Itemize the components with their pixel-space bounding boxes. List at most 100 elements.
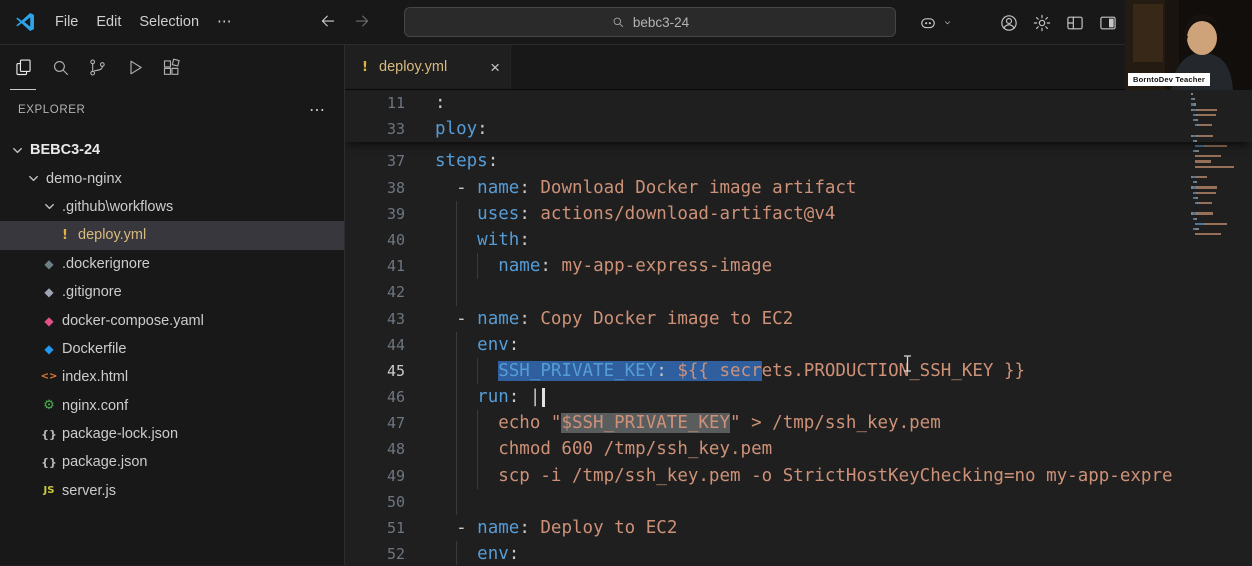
menu-bar: File Edit Selection ⋯ bbox=[46, 10, 241, 34]
tree-item-label: index.html bbox=[62, 369, 128, 385]
code-line-41[interactable]: 41 name: my-app-express-image bbox=[345, 253, 1252, 279]
tree-item-gitignore[interactable]: ◆.gitignore bbox=[0, 278, 344, 306]
code-line-38[interactable]: 38 - name: Download Docker image artifac… bbox=[345, 175, 1252, 201]
code-line-40[interactable]: 40 with: bbox=[345, 227, 1252, 253]
code-line-51[interactable]: 51 - name: Deploy to EC2 bbox=[345, 515, 1252, 541]
menu-more[interactable]: ⋯ bbox=[208, 10, 241, 34]
line-number: 43 bbox=[345, 306, 405, 332]
extensions-icon[interactable] bbox=[158, 45, 184, 90]
line-number: 52 bbox=[345, 541, 405, 565]
menu-edit[interactable]: Edit bbox=[87, 10, 130, 34]
file-tree: BEBC3-24 demo-nginx .github\workflows!depl… bbox=[0, 136, 344, 505]
line-number: 44 bbox=[345, 332, 405, 358]
code-lines: 37steps:38 - name: Download Docker image… bbox=[345, 142, 1252, 565]
line-number: 40 bbox=[345, 227, 405, 253]
chevron-down-icon[interactable] bbox=[942, 17, 953, 28]
line-number: 48 bbox=[345, 436, 405, 462]
command-center-search[interactable]: bebc3-24 bbox=[404, 7, 896, 37]
code-line-11[interactable]: 11: bbox=[345, 90, 1252, 116]
activity-bar bbox=[0, 45, 344, 90]
code-line-47[interactable]: 47 echo "$SSH_PRIVATE_KEY" > /tmp/ssh_ke… bbox=[345, 410, 1252, 436]
menu-file[interactable]: File bbox=[46, 10, 87, 34]
json-icon: {} bbox=[40, 457, 58, 468]
tree-item-label: .gitignore bbox=[62, 284, 122, 300]
menu-selection[interactable]: Selection bbox=[130, 10, 208, 34]
title-bar: File Edit Selection ⋯ bebc3-24 bbox=[0, 0, 1252, 45]
tree-item-docker-compose-yaml[interactable]: ◆docker-compose.yaml bbox=[0, 306, 344, 334]
line-number: 37 bbox=[345, 148, 405, 174]
code-line-44[interactable]: 44 env: bbox=[345, 332, 1252, 358]
layout-customize-icon[interactable] bbox=[1065, 13, 1085, 33]
settings-icon[interactable] bbox=[1032, 13, 1052, 33]
tab-label: deploy.yml bbox=[379, 59, 447, 75]
tree-item-server-js[interactable]: JS server.js bbox=[0, 477, 344, 505]
sticky-scroll[interactable]: 11:33ploy: bbox=[345, 90, 1252, 142]
line-number: 39 bbox=[345, 201, 405, 227]
editor-group: ! deploy.yml × 11:33ploy: 37steps:38 - n… bbox=[345, 45, 1252, 565]
close-tab-icon[interactable]: × bbox=[490, 59, 500, 76]
back-arrow-icon[interactable] bbox=[319, 12, 337, 33]
line-number: 45 bbox=[345, 358, 405, 384]
tab-bar: ! deploy.yml × bbox=[345, 45, 1252, 90]
account-icon[interactable] bbox=[999, 13, 1019, 33]
tree-item-index-html[interactable]: <>index.html bbox=[0, 363, 344, 391]
line-number: 11 bbox=[345, 90, 405, 116]
copilot-icon[interactable] bbox=[918, 13, 938, 33]
line-number: 47 bbox=[345, 410, 405, 436]
code-line-43[interactable]: 43 - name: Copy Docker image to EC2 bbox=[345, 306, 1252, 332]
tree-item-label: package-lock.json bbox=[62, 426, 178, 442]
tab-deploy-yml[interactable]: ! deploy.yml × bbox=[345, 45, 511, 89]
forward-arrow-icon[interactable] bbox=[353, 12, 371, 33]
line-number: 51 bbox=[345, 515, 405, 541]
code-line-33[interactable]: 33ploy: bbox=[345, 116, 1252, 142]
run-debug-icon[interactable] bbox=[121, 45, 147, 90]
json-icon: {} bbox=[40, 429, 58, 440]
tree-item-package-json[interactable]: {} package.json bbox=[0, 448, 344, 476]
tree-item-package-lock-json[interactable]: {} package-lock.json bbox=[0, 420, 344, 448]
code-line-49[interactable]: 49 scp -i /tmp/ssh_key.pem -o StrictHost… bbox=[345, 463, 1252, 489]
explorer-icon[interactable] bbox=[10, 45, 36, 90]
tree-item-label: demo-nginx bbox=[46, 171, 122, 187]
tree-item-deploy-yml[interactable]: !deploy.yml bbox=[0, 221, 344, 249]
nginx-icon: ⚙ bbox=[40, 399, 58, 412]
line-number: 38 bbox=[345, 175, 405, 201]
code-line-48[interactable]: 48 chmod 600 /tmp/ssh_key.pem bbox=[345, 436, 1252, 462]
line-number: 42 bbox=[345, 279, 405, 305]
docker-gray-icon: ◆ bbox=[40, 258, 58, 270]
tree-item-dockerignore[interactable]: ◆ .dockerignore bbox=[0, 250, 344, 278]
tree-item-label: Dockerfile bbox=[62, 341, 126, 357]
warning-icon: ! bbox=[56, 229, 74, 242]
tree-item-label: package.json bbox=[62, 454, 147, 470]
tree-item-demo-nginx[interactable]: demo-nginx bbox=[0, 164, 344, 192]
layout-panel-icon[interactable] bbox=[1098, 13, 1118, 33]
code-line-52[interactable]: 52 env: bbox=[345, 541, 1252, 565]
tree-item-bebc3-24[interactable]: BEBC3-24 bbox=[0, 136, 344, 164]
explorer-more-button[interactable]: ⋯ bbox=[309, 100, 326, 120]
line-number: 50 bbox=[345, 489, 405, 515]
code-line-37[interactable]: 37steps: bbox=[345, 148, 1252, 174]
code-line-42[interactable]: 42 bbox=[345, 279, 1252, 305]
explorer-title: EXPLORER bbox=[18, 104, 85, 116]
search-value: bebc3-24 bbox=[633, 15, 689, 30]
chevron-down-icon bbox=[40, 199, 58, 214]
tree-item-label: .dockerignore bbox=[62, 256, 150, 272]
line-number: 46 bbox=[345, 384, 405, 410]
tree-item-github-workflows[interactable]: .github\workflows bbox=[0, 193, 344, 221]
chevron-down-icon bbox=[8, 143, 26, 158]
line-number: 41 bbox=[345, 253, 405, 279]
code-line-39[interactable]: 39 uses: actions/download-artifact@v4 bbox=[345, 201, 1252, 227]
js-icon: JS bbox=[40, 486, 58, 496]
tree-item-dockerfile[interactable]: ◆Dockerfile bbox=[0, 335, 344, 363]
tree-item-label: server.js bbox=[62, 483, 116, 499]
explorer-header: EXPLORER ⋯ bbox=[0, 90, 344, 126]
search-icon[interactable] bbox=[47, 45, 73, 90]
source-control-icon[interactable] bbox=[84, 45, 110, 90]
workbench: EXPLORER ⋯ BEBC3-24 demo-nginx .github\wor… bbox=[0, 45, 1252, 565]
code-line-50[interactable]: 50 bbox=[345, 489, 1252, 515]
code-line-45[interactable]: 45 SSH_PRIVATE_KEY: ${{ secrets.PRODUCTI… bbox=[345, 358, 1252, 384]
tree-item-label: BEBC3-24 bbox=[30, 142, 100, 158]
code-line-46[interactable]: 46 run: | bbox=[345, 384, 1252, 410]
titlebar-actions bbox=[918, 0, 1118, 45]
tree-item-label: docker-compose.yaml bbox=[62, 313, 204, 329]
tree-item-nginx-conf[interactable]: ⚙nginx.conf bbox=[0, 392, 344, 420]
